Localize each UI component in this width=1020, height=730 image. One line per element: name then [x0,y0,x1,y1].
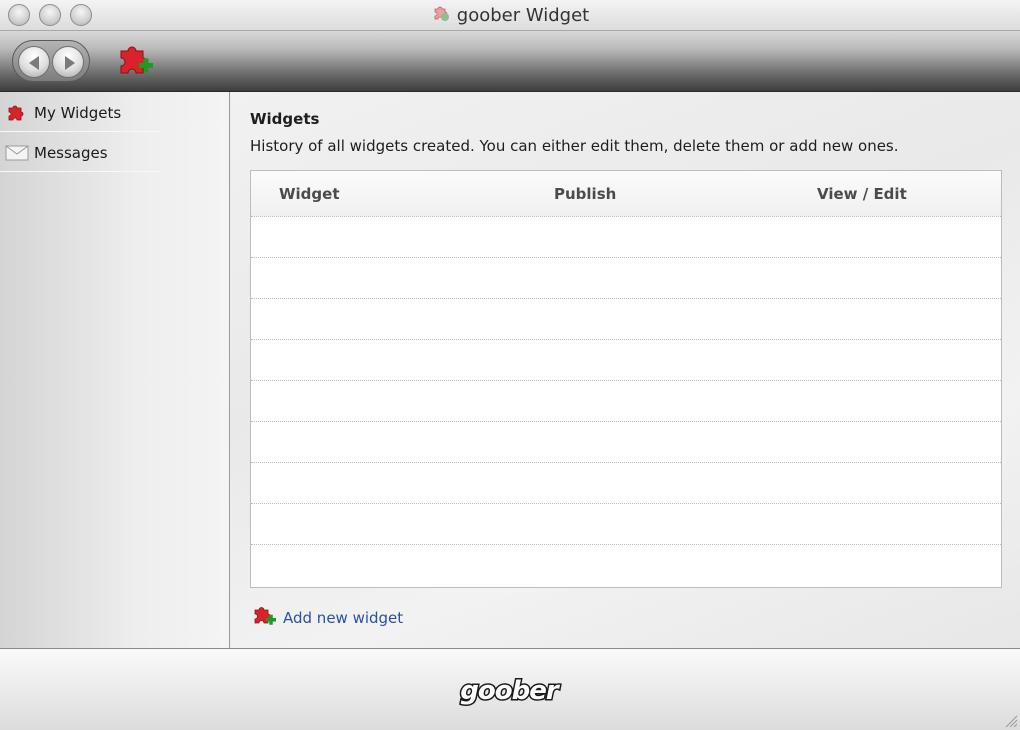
table-row [251,217,1001,258]
sidebar-item-my-widgets[interactable]: My Widgets [0,94,160,132]
table-row [251,381,1001,422]
table-row [251,340,1001,381]
add-new-widget-link[interactable]: Add new widget [253,604,403,632]
table-header: Widget Publish View / Edit [251,171,1001,217]
window-title-group: goober Widget [0,3,1020,28]
widgets-table: Widget Publish View / Edit [250,170,1002,588]
back-button[interactable] [18,46,50,78]
puzzle-icon [0,103,34,123]
window-title: goober Widget [456,5,590,26]
app-puzzle-icon [431,3,451,28]
envelope-icon [0,144,34,162]
add-new-widget-label: Add new widget [283,609,404,627]
sidebar-item-label: My Widgets [34,103,122,122]
sidebar-item-label: Messages [34,143,108,162]
resize-grip-icon[interactable] [1002,712,1018,728]
footer: goober [0,648,1020,730]
forward-arrow-icon [65,56,75,70]
add-widget-icon [120,46,153,74]
toolbar [0,31,1020,92]
goober-logo: goober [459,675,562,708]
navigation-group [12,40,90,82]
main-panel: Widgets History of all widgets created. … [231,92,1020,648]
column-header-view-edit[interactable]: View / Edit [817,185,907,203]
forward-button[interactable] [52,46,84,78]
page-title: Widgets [250,110,320,128]
sidebar: My Widgets Messages [0,92,230,648]
page-description: History of all widgets created. You can … [250,137,899,155]
app-window: goober Widget My Widgets Messages Widget… [0,0,1020,730]
column-header-widget[interactable]: Widget [279,185,340,203]
table-row [251,258,1001,299]
sidebar-item-messages[interactable]: Messages [0,134,160,172]
table-row [251,504,1001,545]
title-bar: goober Widget [0,0,1020,31]
back-arrow-icon [29,56,39,70]
table-row [251,463,1001,504]
table-row [251,299,1001,340]
add-widget-toolbar-button[interactable] [115,41,155,81]
table-row [251,422,1001,463]
svg-text:goober: goober [460,676,561,706]
column-header-publish[interactable]: Publish [554,185,616,203]
add-widget-icon [253,604,277,632]
